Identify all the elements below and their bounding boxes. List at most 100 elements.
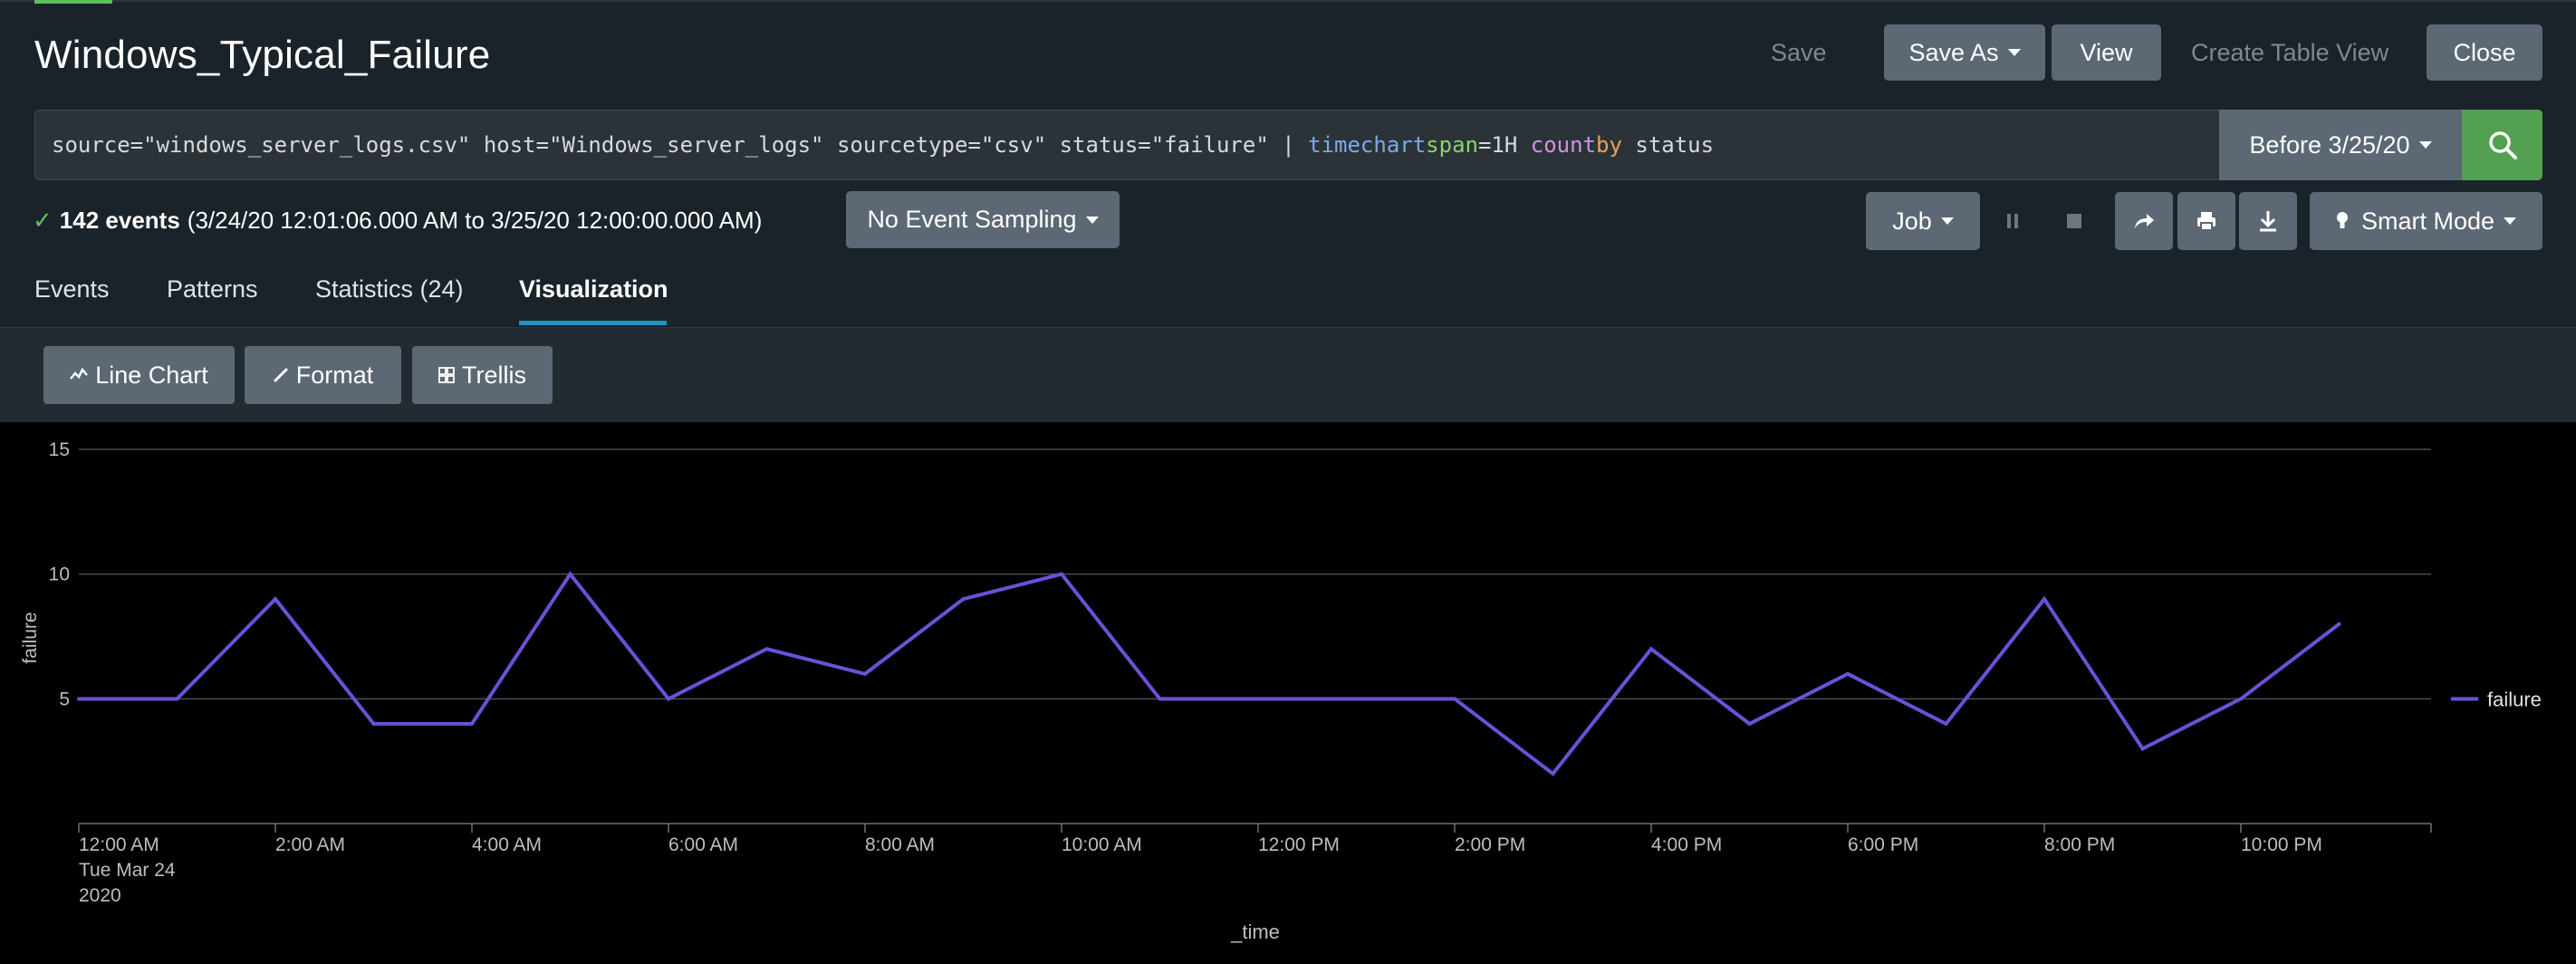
query-arg-val: =1H [1477, 132, 1531, 158]
data-point [274, 597, 277, 602]
trellis-button[interactable]: Trellis [412, 346, 553, 404]
legend-label: failure [2487, 688, 2542, 710]
format-label: Format [295, 361, 374, 389]
x-tick-sublabel: Tue Mar 24 [79, 860, 176, 881]
search-mode-dropdown[interactable]: Smart Mode [2310, 192, 2542, 250]
line-chart-button[interactable]: Line Chart [43, 346, 235, 404]
data-point [1747, 721, 1752, 726]
query-base: source="windows_server_logs.csv" host="W… [52, 132, 1309, 158]
page-title: Windows_Typical_Failure [34, 33, 491, 77]
query-function: count [1530, 132, 1597, 158]
magnifier-icon [2488, 131, 2517, 159]
brush-icon [274, 368, 288, 382]
query-field: status [1621, 132, 1715, 158]
data-point [470, 721, 474, 726]
x-tick-label: 12:00 AM [79, 834, 159, 855]
tab-events[interactable]: Events [34, 275, 110, 326]
create-table-view-button[interactable]: Create Table View [2191, 24, 2389, 81]
data-point [1944, 721, 1948, 726]
stop-button[interactable] [2045, 192, 2103, 250]
chevron-down-icon [1940, 217, 1954, 225]
data-point [1158, 697, 1162, 701]
y-tick-label: 10 [49, 564, 70, 585]
x-tick-label: 12:00 PM [1258, 834, 1340, 855]
pause-icon [2007, 214, 2018, 228]
pause-button[interactable] [1984, 192, 2042, 250]
search-mode-label: Smart Mode [2360, 207, 2495, 235]
print-icon [2197, 212, 2216, 231]
close-button[interactable]: Close [2427, 24, 2542, 81]
check-icon: ✓ [33, 207, 53, 234]
x-tick-label: 6:00 PM [1848, 834, 1918, 855]
line-chart-label: Line Chart [95, 361, 208, 389]
grid-icon [438, 367, 455, 383]
data-point [1256, 697, 1260, 701]
chevron-down-icon [2418, 141, 2432, 149]
query-command: timechart [1308, 132, 1427, 158]
sampling-label: No Event Sampling [867, 206, 1077, 233]
trellis-label: Trellis [462, 361, 526, 389]
export-button[interactable] [2239, 192, 2297, 250]
search-button[interactable] [2462, 110, 2542, 180]
data-point [2337, 622, 2341, 626]
chart-panel: 5 10 15 12:00 AM 2:00 AM 4:00 AM 6:00 AM 8:00 A… [0, 422, 2576, 964]
data-point [2239, 697, 2243, 701]
data-point [2140, 747, 2145, 751]
data-point [568, 572, 572, 576]
x-tick-label: 2:00 PM [1455, 834, 1525, 855]
x-tick-label: 4:00 PM [1651, 834, 1722, 855]
series-line-failure [79, 571, 2341, 776]
time-range-label: Before 3/25/20 [2249, 130, 2410, 159]
x-tick-label: 10:00 PM [2241, 834, 2322, 855]
chevron-down-icon [2007, 49, 2021, 56]
event-sampling-dropdown[interactable]: No Event Sampling [846, 191, 1120, 248]
data-point [1551, 771, 1555, 776]
top-border [0, 0, 2576, 2]
tab-patterns[interactable]: Patterns [167, 275, 258, 326]
share-button[interactable] [2115, 192, 2173, 250]
x-axis-title: _time [1230, 921, 1280, 943]
x-tick-sublabel: 2020 [79, 885, 121, 906]
lightbulb-icon [2336, 212, 2348, 228]
search-query[interactable]: source="windows_server_logs.csv" host="W… [52, 111, 1714, 179]
data-point [175, 697, 179, 701]
save-button[interactable]: Save [1771, 24, 1827, 81]
events-count: 142 events [59, 207, 180, 234]
job-label: Job [1892, 207, 1932, 235]
line-chart: 5 10 15 12:00 AM 2:00 AM 4:00 AM 6:00 AM 8:00 A… [20, 439, 2542, 943]
x-tick-label: 2:00 AM [275, 834, 345, 855]
line-chart-icon [70, 368, 89, 380]
data-point [961, 597, 966, 602]
view-button[interactable]: View [2052, 24, 2161, 81]
data-point [1453, 697, 1456, 701]
x-tick-label: 8:00 PM [2044, 834, 2115, 855]
chevron-down-icon [1085, 216, 1099, 224]
download-icon [2260, 211, 2276, 232]
job-status: ✓ 142 events (3/24/20 12:01:06.000 AM to… [33, 207, 762, 235]
job-dropdown[interactable]: Job [1866, 192, 1980, 250]
data-point [1354, 697, 1359, 701]
stop-icon [2067, 214, 2081, 228]
query-by: by [1596, 132, 1622, 158]
top-accent-bar [34, 0, 112, 4]
data-point [1649, 647, 1653, 651]
tab-statistics[interactable]: Statistics (24) [315, 275, 464, 326]
query-arg-key: span [1426, 132, 1478, 158]
y-axis-title: failure [20, 612, 41, 663]
print-button[interactable] [2177, 192, 2235, 250]
tab-visualization[interactable]: Visualization [519, 275, 668, 326]
share-icon [2135, 214, 2154, 228]
search-bar[interactable]: source="windows_server_logs.csv" host="W… [34, 110, 2542, 180]
save-as-label: Save As [1908, 38, 1999, 66]
format-button[interactable]: Format [245, 346, 401, 404]
save-as-button[interactable]: Save As [1884, 24, 2045, 81]
time-range-picker[interactable]: Before 3/25/20 [2219, 110, 2462, 180]
data-point [77, 697, 81, 701]
data-point [764, 647, 769, 651]
x-tick-label: 6:00 AM [668, 834, 738, 855]
y-tick-label: 15 [49, 439, 70, 460]
x-tick-label: 10:00 AM [1062, 834, 1142, 855]
data-point [1846, 671, 1850, 676]
data-point [667, 697, 670, 701]
data-point [2043, 597, 2046, 602]
